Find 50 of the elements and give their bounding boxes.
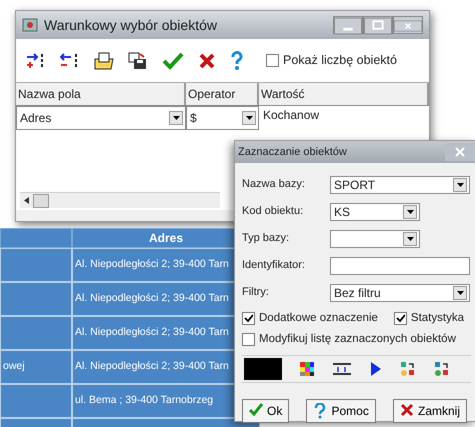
- scroll-left-icon[interactable]: [24, 197, 29, 204]
- help-icon: [313, 402, 328, 418]
- window-title: Warunkowy wybór obiektów: [44, 16, 217, 35]
- input-field[interactable]: [330, 256, 470, 274]
- dropdown-field[interactable]: Bez filtru: [330, 284, 470, 302]
- field-label: Kod obiektu:: [242, 204, 304, 220]
- show-count-checkbox[interactable]: [266, 54, 279, 67]
- help-icon[interactable]: [230, 50, 244, 70]
- close-button[interactable]: Zamknij: [392, 398, 467, 422]
- app-icon: [22, 18, 38, 32]
- add-row-icon[interactable]: [26, 52, 46, 70]
- save-icon[interactable]: [128, 52, 148, 70]
- table-cell: [0, 316, 72, 350]
- open-folder-icon[interactable]: [94, 52, 114, 70]
- minimize-button[interactable]: [333, 16, 363, 34]
- color-grid-icon[interactable]: [300, 362, 314, 376]
- delete-icon: [400, 402, 414, 418]
- horizontal-scrollbar[interactable]: [20, 192, 220, 208]
- ok-button[interactable]: Ok: [242, 398, 290, 422]
- dialog-title: Zaznaczanie obiektów: [238, 144, 347, 160]
- checkbox[interactable]: [242, 333, 255, 346]
- checkbox-label: Statystyka: [410, 311, 464, 326]
- checkmark-icon: [249, 402, 263, 418]
- field-dropdown[interactable]: Adres: [16, 106, 186, 130]
- checkbox-label: Dodatkowe oznaczenie: [259, 311, 378, 326]
- checkbox-label: Pokaż liczbę obiektó: [283, 52, 397, 70]
- color-swatch[interactable]: [244, 358, 282, 380]
- play-icon[interactable]: [370, 360, 382, 376]
- delete-icon[interactable]: [198, 52, 216, 70]
- frame-icon[interactable]: [332, 362, 352, 376]
- scrollbar-thumb[interactable]: [33, 194, 49, 208]
- table-cell: [0, 384, 72, 418]
- table-cell: owej: [0, 350, 72, 384]
- dropdown-field[interactable]: [330, 230, 420, 248]
- field-label: Nazwa bazy:: [242, 177, 306, 192]
- table-cell: [0, 248, 72, 282]
- help-button[interactable]: Pomoc: [306, 398, 376, 422]
- dropdown-field[interactable]: KS: [330, 202, 420, 220]
- table-cell: [0, 282, 72, 316]
- dropdown-field[interactable]: SPORT: [330, 176, 470, 194]
- checkbox[interactable]: [394, 312, 407, 326]
- value-cell[interactable]: Kochanow: [259, 106, 429, 130]
- close-button[interactable]: [393, 16, 423, 34]
- maximize-button[interactable]: [363, 16, 393, 34]
- checkbox-label: Modyfikuj listę zaznaczonych obiektów: [259, 332, 456, 348]
- column-header: [0, 228, 72, 248]
- operator-dropdown[interactable]: $: [186, 106, 259, 130]
- checkmark-icon[interactable]: [162, 52, 184, 70]
- remove-row-icon[interactable]: [60, 52, 80, 70]
- checkbox[interactable]: [242, 312, 255, 326]
